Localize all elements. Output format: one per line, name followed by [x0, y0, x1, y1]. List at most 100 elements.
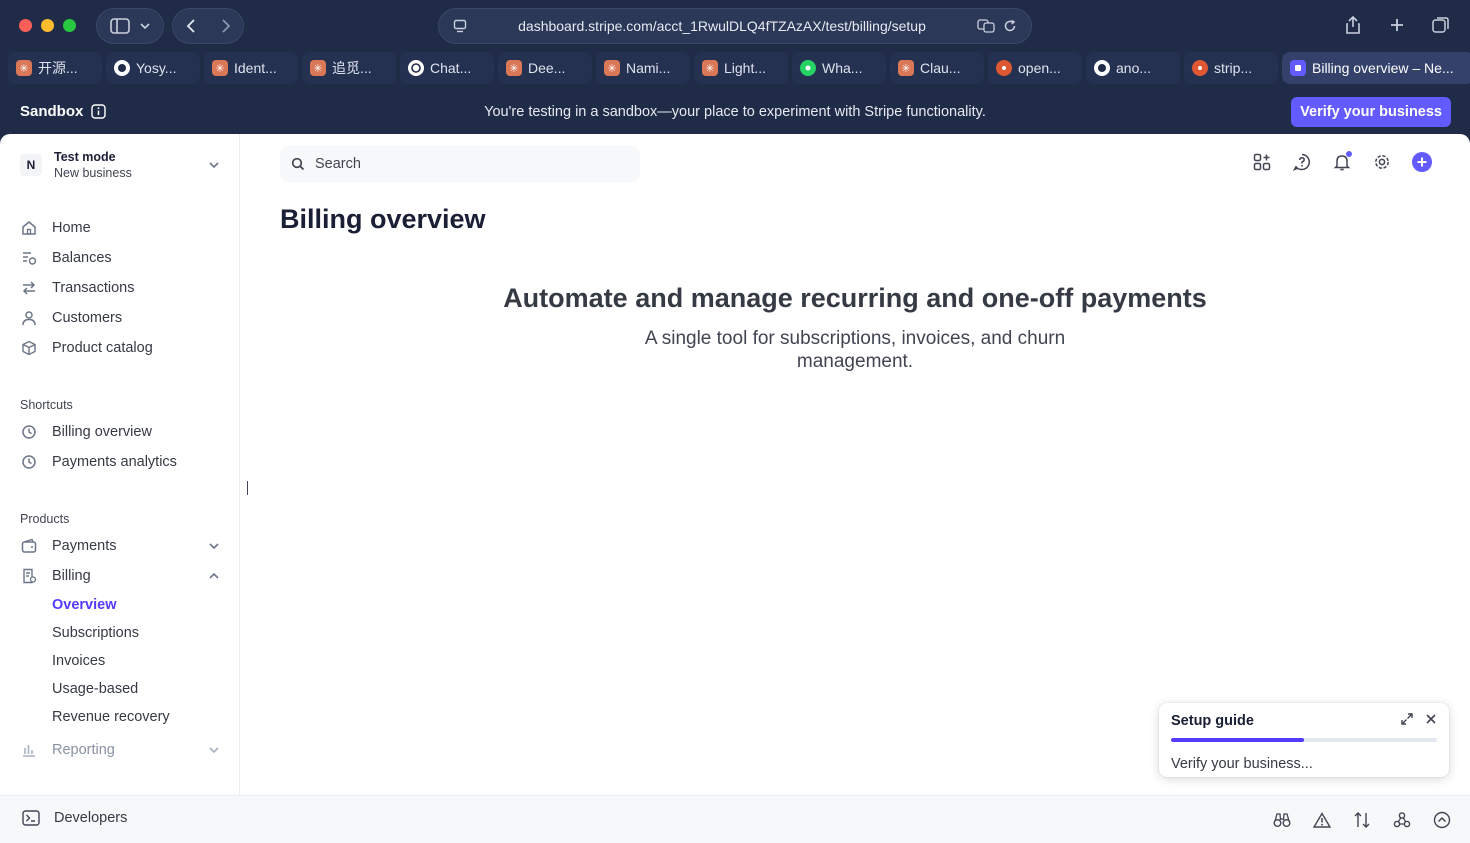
products-heading: Products [20, 512, 70, 526]
hero-subtitle: A single tool for subscriptions, invoice… [644, 328, 1066, 372]
wallet-icon [20, 537, 38, 555]
transactions-icon [20, 279, 38, 297]
claude-icon: ✳ [506, 60, 522, 76]
chevron-up-circle-icon[interactable] [1432, 810, 1452, 830]
browser-tab[interactable]: strip... [1184, 52, 1278, 84]
back-button[interactable] [185, 18, 197, 34]
close-window-button[interactable] [19, 19, 32, 32]
page-settings-icon[interactable] [453, 19, 467, 33]
setup-guide-widget[interactable]: Setup guide Verify your business... [1159, 703, 1449, 777]
sidebar-item-billing[interactable]: Billing [20, 562, 220, 590]
sidebar-item-transactions[interactable]: Transactions [20, 274, 220, 302]
sidebar-icon [109, 18, 130, 34]
billing-sub-usage-based[interactable]: Usage-based [52, 681, 138, 697]
sandbox-message: You're testing in a sandbox—your place t… [484, 104, 986, 120]
clock-icon [20, 423, 38, 441]
billing-icon [20, 567, 38, 585]
home-icon [20, 219, 38, 237]
setup-progress-track [1171, 738, 1437, 742]
chevron-up-icon [208, 572, 220, 580]
history-buttons [172, 8, 244, 44]
browser-tab[interactable]: ✳ Light... [694, 52, 788, 84]
share-button[interactable] [1338, 10, 1368, 40]
chevron-down-icon [208, 746, 220, 754]
developers-button[interactable]: Developers [22, 810, 127, 826]
verify-business-button[interactable]: Verify your business [1291, 97, 1451, 127]
claude-icon: ✳ [898, 60, 914, 76]
browser-tab[interactable]: ano... [1086, 52, 1180, 84]
chevron-down-icon [208, 161, 220, 169]
reload-icon[interactable] [1003, 19, 1017, 33]
sidebar-item-customers[interactable]: Customers [20, 304, 220, 332]
gear-icon[interactable] [1372, 152, 1392, 172]
claude-icon: ✳ [702, 60, 718, 76]
tab-overview-button[interactable] [1426, 10, 1456, 40]
search-input[interactable] [315, 156, 615, 172]
inspect-icon[interactable] [1272, 810, 1292, 830]
developers-footer: Developers [0, 795, 1470, 843]
shortcuts-heading: Shortcuts [20, 398, 73, 412]
address-bar[interactable]: dashboard.stripe.com/acct_1RwulDLQ4fTZAz… [438, 8, 1032, 44]
sidebar-toggle-button[interactable] [96, 8, 164, 44]
account-switcher[interactable]: N Test mode New business [20, 148, 220, 182]
url-text: dashboard.stripe.com/acct_1RwulDLQ4fTZAz… [518, 18, 926, 34]
search-bar[interactable] [280, 146, 640, 182]
openai-icon [408, 60, 424, 76]
create-plus-icon[interactable] [1412, 152, 1432, 172]
warning-icon[interactable] [1312, 810, 1332, 830]
sidebar-item-balances[interactable]: Balances [20, 244, 220, 272]
account-avatar: N [20, 154, 42, 176]
setup-guide-step: Verify your business... [1171, 756, 1313, 772]
window-controls [19, 19, 76, 32]
browser-tab-active[interactable]: Billing overview – Ne... [1282, 52, 1470, 84]
terminal-icon [22, 810, 40, 826]
browser-tab[interactable]: Yosy... [106, 52, 200, 84]
forward-button[interactable] [220, 18, 232, 34]
sandbox-banner: Sandbox You're testing in a sandbox—your… [0, 90, 1470, 134]
help-icon[interactable] [1292, 152, 1312, 172]
dashboard: N Test mode New business Home Balances T… [0, 134, 1470, 843]
billing-sub-subscriptions[interactable]: Subscriptions [52, 625, 139, 641]
browser-tab[interactable]: ✳ Nami... [596, 52, 690, 84]
browser-chrome: dashboard.stripe.com/acct_1RwulDLQ4fTZAz… [0, 0, 1470, 90]
sidebar-item-product-catalog[interactable]: Product catalog [20, 334, 220, 362]
new-tab-button[interactable] [1382, 10, 1412, 40]
hero-title: Automate and manage recurring and one-of… [503, 283, 1207, 313]
translate-icon[interactable] [977, 19, 995, 33]
expand-icon[interactable] [1401, 713, 1413, 725]
apps-icon[interactable] [1252, 152, 1272, 172]
browser-tab[interactable]: ✳ Ident... [204, 52, 298, 84]
github-icon [1094, 60, 1110, 76]
minimize-window-button[interactable] [41, 19, 54, 32]
claude-icon: ✳ [604, 60, 620, 76]
whatsapp-icon [800, 60, 816, 76]
browser-tab[interactable]: ✳ 开源... [8, 52, 102, 84]
clock-icon [20, 453, 38, 471]
shortcut-billing-overview[interactable]: Billing overview [20, 418, 220, 446]
billing-sub-overview[interactable]: Overview [52, 597, 117, 613]
shortcut-payments-analytics[interactable]: Payments analytics [20, 448, 220, 476]
maximize-window-button[interactable] [63, 19, 76, 32]
sidebar-item-home[interactable]: Home [20, 214, 220, 242]
billing-sub-revenue-recovery[interactable]: Revenue recovery [52, 709, 170, 725]
billing-sub-invoices[interactable]: Invoices [52, 653, 105, 669]
account-mode: Test mode [54, 150, 116, 164]
claude-icon: ✳ [16, 60, 32, 76]
browser-tab[interactable]: Chat... [400, 52, 494, 84]
page-title: Billing overview [280, 204, 486, 234]
sort-arrows-icon[interactable] [1352, 810, 1372, 830]
bar-chart-icon [20, 741, 38, 759]
bell-icon[interactable] [1332, 151, 1352, 172]
browser-tab[interactable]: ✳ Clau... [890, 52, 984, 84]
close-icon[interactable] [1425, 713, 1437, 725]
notification-dot [1346, 151, 1352, 157]
browser-tab[interactable]: Wha... [792, 52, 886, 84]
browser-tab[interactable]: ✳ 追觅... [302, 52, 396, 84]
browser-tab[interactable]: open... [988, 52, 1082, 84]
sidebar-item-payments[interactable]: Payments [20, 532, 220, 560]
webhooks-icon[interactable] [1392, 810, 1412, 830]
claude-icon: ✳ [212, 60, 228, 76]
balances-icon [20, 249, 38, 267]
sidebar-item-reporting[interactable]: Reporting [20, 736, 220, 764]
browser-tab[interactable]: ✳ Dee... [498, 52, 592, 84]
